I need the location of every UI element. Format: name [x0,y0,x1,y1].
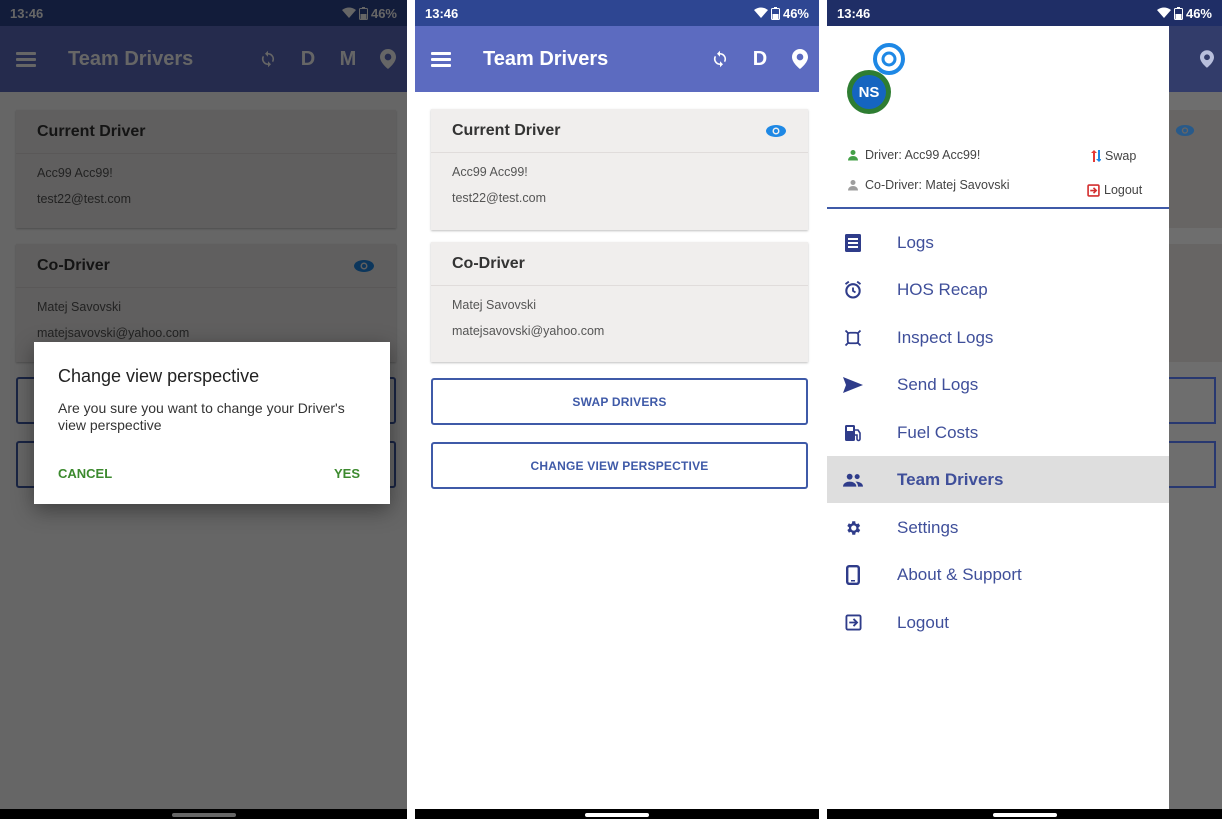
menu-item-label: About & Support [897,564,1022,584]
sync-icon[interactable] [711,50,729,68]
screen-team-drivers: 13:46 46% Team Drivers D Current Driver … [415,0,819,819]
battery-icon [1173,6,1183,20]
app-logo: NS [847,43,905,114]
driver-person-icon [848,150,858,161]
co-driver-person-icon [848,180,858,191]
location-pin-icon[interactable] [791,49,809,69]
home-indicator[interactable] [992,813,1057,817]
current-driver-title: Current Driver [452,121,561,139]
swap-icon [1091,150,1101,162]
menu-item-about-support[interactable]: About & Support [827,551,1169,598]
drawer-driver-label: Driver: Acc99 Acc99! [865,148,981,162]
menu-item-settings[interactable]: Settings [827,504,1169,551]
screen-dialog: 13:46 46% Team Drivers D M Current Drive… [0,0,407,819]
co-driver-email: matejsavovski@yahoo.com [452,324,605,338]
wifi-icon [753,7,768,18]
app-bar: Team Drivers D [415,26,819,92]
current-driver-name: Acc99 Acc99! [452,165,528,179]
page-title: Team Drivers [483,47,609,70]
swap-drivers-button[interactable]: SWAP DRIVERS [431,378,808,425]
menu-item-label: Settings [897,517,959,537]
battery-percent: 46% [1185,5,1212,21]
menu-item-label: Logs [897,232,934,252]
co-driver-name: Matej Savovski [452,298,537,312]
menu-item-label: Team Drivers [897,469,1004,489]
content: Current Driver Acc99 Acc99! test22@test.… [415,92,819,809]
menu-item-inspect-logs[interactable]: Inspect Logs [827,314,1169,361]
alarm-clock-icon [844,280,862,299]
logout-icon [844,614,862,631]
menu-item-label: HOS Recap [897,279,988,299]
screen-drawer: 13:46 46% NS Driver: Acc99 Acc99! Co-Dri… [827,0,1222,819]
drawer-header: NS Driver: Acc99 Acc99! Co-Driver: Matej… [827,26,1169,209]
status-bar: 13:46 46% [827,0,1222,26]
current-driver-email: test22@test.com [452,191,546,205]
change-view-perspective-button[interactable]: CHANGE VIEW PERSPECTIVE [431,442,808,489]
drawer-swap-button[interactable]: Swap [1091,149,1136,163]
co-driver-card: Co-Driver Matej Savovski matejsavovski@y… [431,242,808,362]
screen-gap [819,0,827,819]
dialog-yes-button[interactable]: YES [334,466,360,481]
menu-item-label: Logout [897,612,949,632]
drawer-logout-button[interactable]: Logout [1087,183,1142,197]
menu-item-team-drivers[interactable]: Team Drivers [827,456,1169,503]
status-time: 13:46 [837,5,871,21]
location-pin-icon [1198,50,1216,68]
home-indicator[interactable] [585,813,649,817]
battery-icon [770,6,780,20]
drawer-co-driver-label: Co-Driver: Matej Savovski [865,178,1010,192]
gear-icon [847,520,861,535]
battery-percent: 46% [782,5,809,21]
current-driver-card: Current Driver Acc99 Acc99! test22@test.… [431,109,808,230]
confirm-dialog: Change view perspective Are you sure you… [34,342,390,504]
dialog-cancel-button[interactable]: CANCEL [58,466,112,481]
nav-bar [415,809,819,819]
menu-item-fuel-costs[interactable]: Fuel Costs [827,409,1169,456]
fuel-icon [845,424,861,441]
logs-icon [845,233,861,252]
status-time: 13:46 [425,5,459,21]
menu-item-logout[interactable]: Logout [827,599,1169,646]
dialog-message: Are you sure you want to change your Dri… [58,400,345,433]
nav-bar [827,809,1222,819]
send-icon [843,376,863,393]
d-button[interactable]: D [751,48,769,71]
svg-text:NS: NS [859,84,880,101]
menu-item-logs[interactable]: Logs [827,219,1169,266]
phone-icon [846,564,860,585]
menu-item-label: Send Logs [897,374,979,394]
eye-icon [1175,125,1195,136]
menu-item-hos-recap[interactable]: HOS Recap [827,266,1169,313]
dialog-title: Change view perspective [58,366,260,386]
inspect-icon [844,329,862,346]
nav-drawer: NS Driver: Acc99 Acc99! Co-Driver: Matej… [827,26,1169,809]
menu-item-label: Fuel Costs [897,422,979,442]
wifi-icon [1156,7,1171,18]
status-bar: 13:46 46% [415,0,819,26]
logout-icon [1087,183,1100,197]
eye-icon[interactable] [765,124,787,138]
screen-gap [407,0,415,819]
menu-icon[interactable] [431,51,453,67]
menu-item-send-logs[interactable]: Send Logs [827,361,1169,408]
people-icon [843,473,863,487]
co-driver-title: Co-Driver [452,254,525,272]
menu-item-label: Inspect Logs [897,327,994,347]
